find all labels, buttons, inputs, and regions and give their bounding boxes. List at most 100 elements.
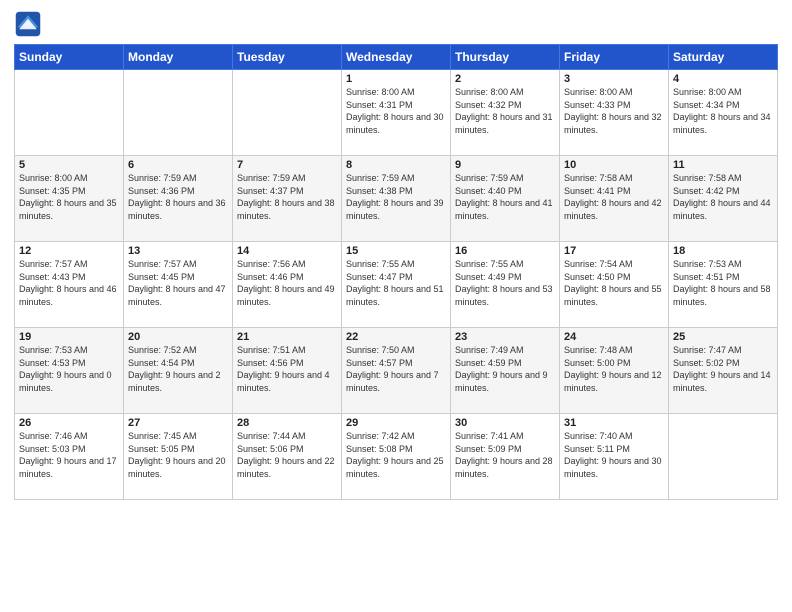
- calendar-cell: 21Sunrise: 7:51 AM Sunset: 4:56 PM Dayli…: [233, 328, 342, 414]
- calendar-cell: 7Sunrise: 7:59 AM Sunset: 4:37 PM Daylig…: [233, 156, 342, 242]
- day-info: Sunrise: 8:00 AM Sunset: 4:35 PM Dayligh…: [19, 172, 119, 222]
- day-info: Sunrise: 7:42 AM Sunset: 5:08 PM Dayligh…: [346, 430, 446, 480]
- calendar-cell: [233, 70, 342, 156]
- day-number: 12: [19, 245, 119, 257]
- weekday-header-sunday: Sunday: [15, 45, 124, 70]
- calendar-cell: 25Sunrise: 7:47 AM Sunset: 5:02 PM Dayli…: [669, 328, 778, 414]
- calendar-header-row: SundayMondayTuesdayWednesdayThursdayFrid…: [15, 45, 778, 70]
- day-number: 23: [455, 331, 555, 343]
- calendar-cell: 29Sunrise: 7:42 AM Sunset: 5:08 PM Dayli…: [342, 414, 451, 500]
- day-info: Sunrise: 8:00 AM Sunset: 4:33 PM Dayligh…: [564, 86, 664, 136]
- calendar-cell: 5Sunrise: 8:00 AM Sunset: 4:35 PM Daylig…: [15, 156, 124, 242]
- day-info: Sunrise: 7:52 AM Sunset: 4:54 PM Dayligh…: [128, 344, 228, 394]
- day-info: Sunrise: 7:59 AM Sunset: 4:37 PM Dayligh…: [237, 172, 337, 222]
- calendar-cell: 27Sunrise: 7:45 AM Sunset: 5:05 PM Dayli…: [124, 414, 233, 500]
- calendar-cell: 6Sunrise: 7:59 AM Sunset: 4:36 PM Daylig…: [124, 156, 233, 242]
- day-number: 17: [564, 245, 664, 257]
- day-info: Sunrise: 7:44 AM Sunset: 5:06 PM Dayligh…: [237, 430, 337, 480]
- calendar-table: SundayMondayTuesdayWednesdayThursdayFrid…: [14, 44, 778, 500]
- day-number: 4: [673, 73, 773, 85]
- day-info: Sunrise: 7:58 AM Sunset: 4:41 PM Dayligh…: [564, 172, 664, 222]
- day-number: 3: [564, 73, 664, 85]
- calendar-cell: 20Sunrise: 7:52 AM Sunset: 4:54 PM Dayli…: [124, 328, 233, 414]
- day-info: Sunrise: 7:57 AM Sunset: 4:43 PM Dayligh…: [19, 258, 119, 308]
- day-info: Sunrise: 7:54 AM Sunset: 4:50 PM Dayligh…: [564, 258, 664, 308]
- weekday-header-friday: Friday: [560, 45, 669, 70]
- calendar-cell: 9Sunrise: 7:59 AM Sunset: 4:40 PM Daylig…: [451, 156, 560, 242]
- day-info: Sunrise: 7:46 AM Sunset: 5:03 PM Dayligh…: [19, 430, 119, 480]
- calendar-cell: 18Sunrise: 7:53 AM Sunset: 4:51 PM Dayli…: [669, 242, 778, 328]
- calendar-week-row: 26Sunrise: 7:46 AM Sunset: 5:03 PM Dayli…: [15, 414, 778, 500]
- day-number: 10: [564, 159, 664, 171]
- day-info: Sunrise: 7:55 AM Sunset: 4:49 PM Dayligh…: [455, 258, 555, 308]
- calendar-cell: [669, 414, 778, 500]
- day-info: Sunrise: 7:56 AM Sunset: 4:46 PM Dayligh…: [237, 258, 337, 308]
- calendar-cell: 17Sunrise: 7:54 AM Sunset: 4:50 PM Dayli…: [560, 242, 669, 328]
- day-info: Sunrise: 8:00 AM Sunset: 4:31 PM Dayligh…: [346, 86, 446, 136]
- day-number: 9: [455, 159, 555, 171]
- day-info: Sunrise: 7:59 AM Sunset: 4:38 PM Dayligh…: [346, 172, 446, 222]
- calendar-cell: 12Sunrise: 7:57 AM Sunset: 4:43 PM Dayli…: [15, 242, 124, 328]
- day-info: Sunrise: 7:59 AM Sunset: 4:40 PM Dayligh…: [455, 172, 555, 222]
- day-number: 22: [346, 331, 446, 343]
- calendar-cell: 1Sunrise: 8:00 AM Sunset: 4:31 PM Daylig…: [342, 70, 451, 156]
- calendar-cell: 16Sunrise: 7:55 AM Sunset: 4:49 PM Dayli…: [451, 242, 560, 328]
- day-number: 14: [237, 245, 337, 257]
- weekday-header-monday: Monday: [124, 45, 233, 70]
- calendar-week-row: 1Sunrise: 8:00 AM Sunset: 4:31 PM Daylig…: [15, 70, 778, 156]
- calendar-week-row: 5Sunrise: 8:00 AM Sunset: 4:35 PM Daylig…: [15, 156, 778, 242]
- day-info: Sunrise: 7:53 AM Sunset: 4:53 PM Dayligh…: [19, 344, 119, 394]
- logo: [14, 10, 44, 38]
- calendar-cell: 15Sunrise: 7:55 AM Sunset: 4:47 PM Dayli…: [342, 242, 451, 328]
- calendar-week-row: 19Sunrise: 7:53 AM Sunset: 4:53 PM Dayli…: [15, 328, 778, 414]
- page: SundayMondayTuesdayWednesdayThursdayFrid…: [0, 0, 792, 612]
- day-number: 11: [673, 159, 773, 171]
- day-number: 20: [128, 331, 228, 343]
- day-number: 30: [455, 417, 555, 429]
- calendar-cell: 4Sunrise: 8:00 AM Sunset: 4:34 PM Daylig…: [669, 70, 778, 156]
- day-number: 24: [564, 331, 664, 343]
- day-number: 28: [237, 417, 337, 429]
- day-info: Sunrise: 7:58 AM Sunset: 4:42 PM Dayligh…: [673, 172, 773, 222]
- day-number: 27: [128, 417, 228, 429]
- day-number: 18: [673, 245, 773, 257]
- day-info: Sunrise: 7:57 AM Sunset: 4:45 PM Dayligh…: [128, 258, 228, 308]
- calendar-cell: 30Sunrise: 7:41 AM Sunset: 5:09 PM Dayli…: [451, 414, 560, 500]
- day-number: 25: [673, 331, 773, 343]
- calendar-cell: 19Sunrise: 7:53 AM Sunset: 4:53 PM Dayli…: [15, 328, 124, 414]
- day-number: 31: [564, 417, 664, 429]
- day-number: 29: [346, 417, 446, 429]
- calendar-cell: 28Sunrise: 7:44 AM Sunset: 5:06 PM Dayli…: [233, 414, 342, 500]
- day-info: Sunrise: 8:00 AM Sunset: 4:34 PM Dayligh…: [673, 86, 773, 136]
- calendar-cell: 10Sunrise: 7:58 AM Sunset: 4:41 PM Dayli…: [560, 156, 669, 242]
- day-info: Sunrise: 7:53 AM Sunset: 4:51 PM Dayligh…: [673, 258, 773, 308]
- day-number: 21: [237, 331, 337, 343]
- calendar-cell: 8Sunrise: 7:59 AM Sunset: 4:38 PM Daylig…: [342, 156, 451, 242]
- day-info: Sunrise: 7:40 AM Sunset: 5:11 PM Dayligh…: [564, 430, 664, 480]
- day-number: 6: [128, 159, 228, 171]
- day-number: 2: [455, 73, 555, 85]
- calendar-cell: [124, 70, 233, 156]
- header: [14, 10, 778, 38]
- weekday-header-wednesday: Wednesday: [342, 45, 451, 70]
- day-number: 26: [19, 417, 119, 429]
- day-info: Sunrise: 7:45 AM Sunset: 5:05 PM Dayligh…: [128, 430, 228, 480]
- calendar-cell: 11Sunrise: 7:58 AM Sunset: 4:42 PM Dayli…: [669, 156, 778, 242]
- day-info: Sunrise: 7:55 AM Sunset: 4:47 PM Dayligh…: [346, 258, 446, 308]
- calendar-cell: 26Sunrise: 7:46 AM Sunset: 5:03 PM Dayli…: [15, 414, 124, 500]
- weekday-header-tuesday: Tuesday: [233, 45, 342, 70]
- calendar-cell: 14Sunrise: 7:56 AM Sunset: 4:46 PM Dayli…: [233, 242, 342, 328]
- calendar-cell: 31Sunrise: 7:40 AM Sunset: 5:11 PM Dayli…: [560, 414, 669, 500]
- day-number: 8: [346, 159, 446, 171]
- day-number: 1: [346, 73, 446, 85]
- day-info: Sunrise: 7:50 AM Sunset: 4:57 PM Dayligh…: [346, 344, 446, 394]
- day-info: Sunrise: 7:47 AM Sunset: 5:02 PM Dayligh…: [673, 344, 773, 394]
- calendar-cell: 2Sunrise: 8:00 AM Sunset: 4:32 PM Daylig…: [451, 70, 560, 156]
- day-number: 5: [19, 159, 119, 171]
- day-info: Sunrise: 7:41 AM Sunset: 5:09 PM Dayligh…: [455, 430, 555, 480]
- calendar-cell: 24Sunrise: 7:48 AM Sunset: 5:00 PM Dayli…: [560, 328, 669, 414]
- calendar-cell: 22Sunrise: 7:50 AM Sunset: 4:57 PM Dayli…: [342, 328, 451, 414]
- day-number: 13: [128, 245, 228, 257]
- day-info: Sunrise: 7:48 AM Sunset: 5:00 PM Dayligh…: [564, 344, 664, 394]
- weekday-header-thursday: Thursday: [451, 45, 560, 70]
